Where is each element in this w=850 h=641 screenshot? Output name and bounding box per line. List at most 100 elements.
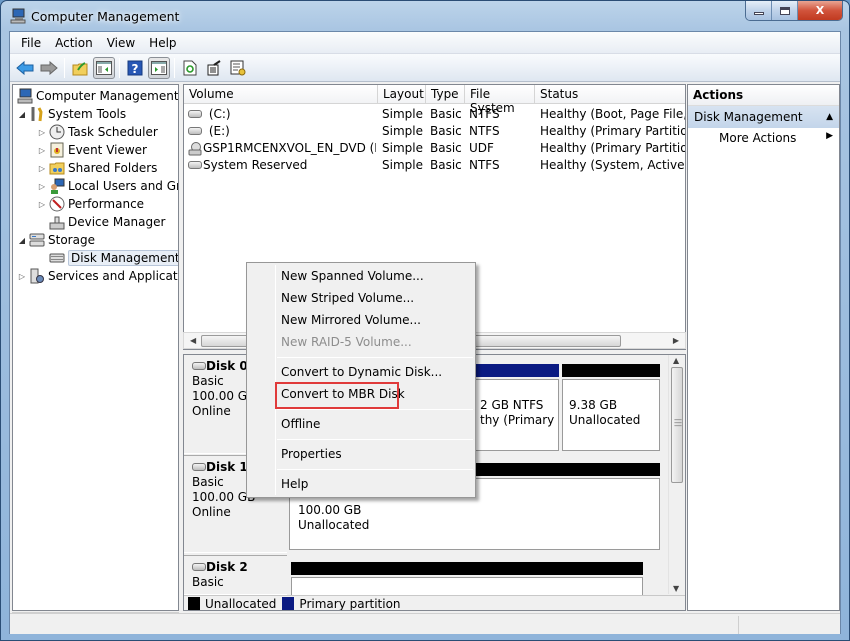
collapse-arrow-icon[interactable]: ◢ [17,236,27,245]
tree-label: Local Users and Grc [68,179,179,193]
scroll-left-arrow-icon[interactable]: ◀ [190,336,196,345]
scroll-up-arrow-icon[interactable]: ▲ [673,356,679,365]
menu-item-new-striped-volume[interactable]: New Striped Volume... [281,291,414,305]
tree-item-disk-management[interactable]: Disk Management [37,249,178,267]
actions-section-label: Disk Management [694,110,803,124]
tree-item-device-manager[interactable]: Device Manager [37,213,165,231]
users-icon [51,178,65,194]
menu-separator [277,439,473,440]
tree-label: System Tools [48,107,127,121]
show-hide-action-pane-button[interactable] [148,56,170,79]
disk-type: Basic [192,374,224,388]
tree-label: Services and Applicatio [48,269,179,283]
expand-arrow-icon[interactable]: ▷ [37,128,47,137]
expand-arrow-icon[interactable]: ▷ [37,182,47,191]
tree-item-shared-folders[interactable]: ▷ Shared Folders [37,159,157,177]
device-manager-icon [49,216,65,230]
volume-file-system: NTFS [469,158,500,172]
volume-type: Basic [430,124,462,138]
column-header-layout[interactable]: Layout [378,85,426,104]
actions-section-disk-management[interactable]: Disk Management ▲ [688,106,839,128]
menu-view[interactable]: View [100,34,142,52]
menu-separator [277,409,473,410]
help-button[interactable]: ? [124,57,146,79]
collapse-up-icon[interactable]: ▲ [826,112,833,122]
action-more-actions[interactable]: More Actions ▶ [688,128,839,150]
minimize-icon [753,12,764,15]
tree-item-task-scheduler[interactable]: ▷ Task Scheduler [37,123,158,141]
properties-button[interactable] [227,57,249,79]
expand-arrow-icon[interactable]: ▷ [37,146,47,155]
toolbar-separator [64,57,65,78]
scroll-right-arrow-icon[interactable]: ▶ [673,336,679,345]
menu-item-offline[interactable]: Offline [281,417,320,431]
tree-item-services-applications[interactable]: ▷ Services and Applicatio [17,267,179,285]
maximize-icon [779,6,790,15]
action-label: More Actions [719,131,797,145]
menu-help[interactable]: Help [142,34,183,52]
volume-row[interactable]: GSP1RMCENXVOL_EN_DVD (D:) Simple Basic U… [184,140,685,157]
disk-icon [192,562,206,571]
tree-root-computer-management[interactable]: Computer Management (L [15,87,178,105]
volume-row[interactable]: System Reserved Simple Basic NTFS Health… [184,157,685,174]
expand-arrow-icon[interactable]: ▷ [37,200,47,209]
volume-type: Basic [430,141,462,155]
close-button[interactable]: X [798,1,842,20]
menu-item-convert-to-dynamic-disk[interactable]: Convert to Dynamic Disk... [281,365,442,379]
disk-2-label[interactable]: Disk 2 Basic [184,555,287,595]
tree-item-local-users-groups[interactable]: ▷ Local Users and Grc [37,177,179,195]
collapse-arrow-icon[interactable]: ◢ [17,110,27,119]
partition-unallocated[interactable]: 9.38 GB Unallocated [562,379,660,451]
menu-bar: File Action View Help [10,32,840,54]
tree-item-performance[interactable]: ▷ Performance [37,195,144,213]
event-log-icon [50,142,64,158]
column-header-volume[interactable]: Volume [184,85,378,104]
tree-item-event-viewer[interactable]: ▷ Event Viewer [37,141,147,159]
close-icon: X [815,4,825,17]
menu-item-properties[interactable]: Properties [281,447,342,461]
volume-name: (E:) [208,124,230,138]
scroll-thumb[interactable]: — — — [671,367,683,483]
refresh-button[interactable] [179,57,201,79]
menu-file[interactable]: File [14,34,48,52]
show-hide-console-tree-button[interactable] [93,56,115,79]
actions-header: Actions [688,85,839,106]
tools-icon [31,107,43,122]
legend-swatch-unallocated [188,597,200,610]
legend-label-primary: Primary partition [299,596,401,611]
toolbar-separator [174,57,175,78]
title-bar[interactable]: Computer Management X [1,1,849,31]
minimize-button[interactable] [746,1,772,20]
forward-button[interactable] [38,57,60,79]
export-list-button[interactable] [203,57,225,79]
scroll-down-arrow-icon[interactable]: ▼ [673,584,679,593]
up-one-level-button[interactable] [69,57,91,79]
status-divider [738,616,739,634]
legend-label-unallocated: Unallocated [205,596,277,611]
disk-view-vertical-scrollbar[interactable]: ▲ — — — ▼ [668,355,685,594]
expand-arrow-icon[interactable]: ▷ [17,272,27,281]
menu-item-new-mirrored-volume[interactable]: New Mirrored Volume... [281,313,421,327]
volume-name: (C:) [208,107,231,121]
menu-item-help[interactable]: Help [281,477,308,491]
volume-row[interactable]: (C:) Simple Basic NTFS Healthy (Boot, Pa… [184,106,685,123]
volume-row[interactable]: (E:) Simple Basic NTFS Healthy (Primary … [184,123,685,140]
column-header-file-system[interactable]: File System [465,85,535,115]
disk-icon [192,361,206,370]
tree-label: Device Manager [68,215,166,229]
expand-arrow-icon[interactable]: ▷ [37,164,47,173]
partition-status: Unallocated [298,518,370,532]
column-header-type[interactable]: Type [426,85,465,104]
storage-icon [29,233,45,247]
column-header-status[interactable]: Status [535,85,685,104]
toolbar: ? [10,54,840,82]
tree-label: Task Scheduler [68,125,158,139]
back-button[interactable] [14,57,36,79]
maximize-button[interactable] [772,1,798,20]
tree-item-system-tools[interactable]: ◢ System Tools [17,105,126,123]
tree-item-storage[interactable]: ◢ Storage [17,231,95,249]
menu-item-new-spanned-volume[interactable]: New Spanned Volume... [281,269,424,283]
menu-action[interactable]: Action [48,34,100,52]
services-icon [30,268,44,284]
unallocated-bar [291,562,643,575]
